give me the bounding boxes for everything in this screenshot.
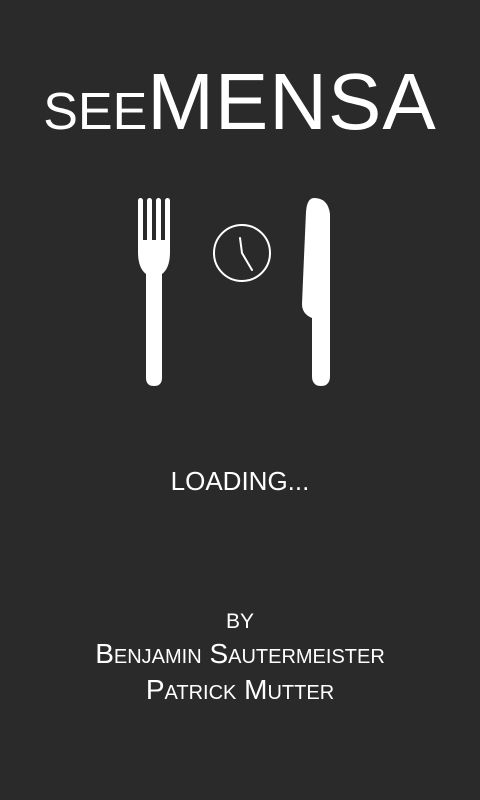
logo-main: MENSA	[147, 57, 437, 146]
author-name: Benjamin Sautermeister	[95, 638, 385, 669]
knife-icon	[302, 198, 330, 386]
fork-icon	[138, 198, 170, 386]
author-name: Patrick Mutter	[145, 674, 335, 705]
loading-indicator: LOADING...	[0, 466, 480, 496]
app-logo: SEEMENSA	[0, 62, 480, 152]
clock-icon	[213, 224, 271, 282]
logo-prefix: SEE	[43, 83, 148, 141]
credits: BY Benjamin Sautermeister Patrick Mutter	[0, 608, 480, 708]
splash-screen: SEEMENSA LOADING... BY Benjamin Sauterme…	[0, 0, 480, 800]
credits-by-label: BY	[225, 610, 254, 633]
cutlery-illustration	[138, 198, 330, 386]
loading-text: LOADING...	[170, 466, 310, 496]
